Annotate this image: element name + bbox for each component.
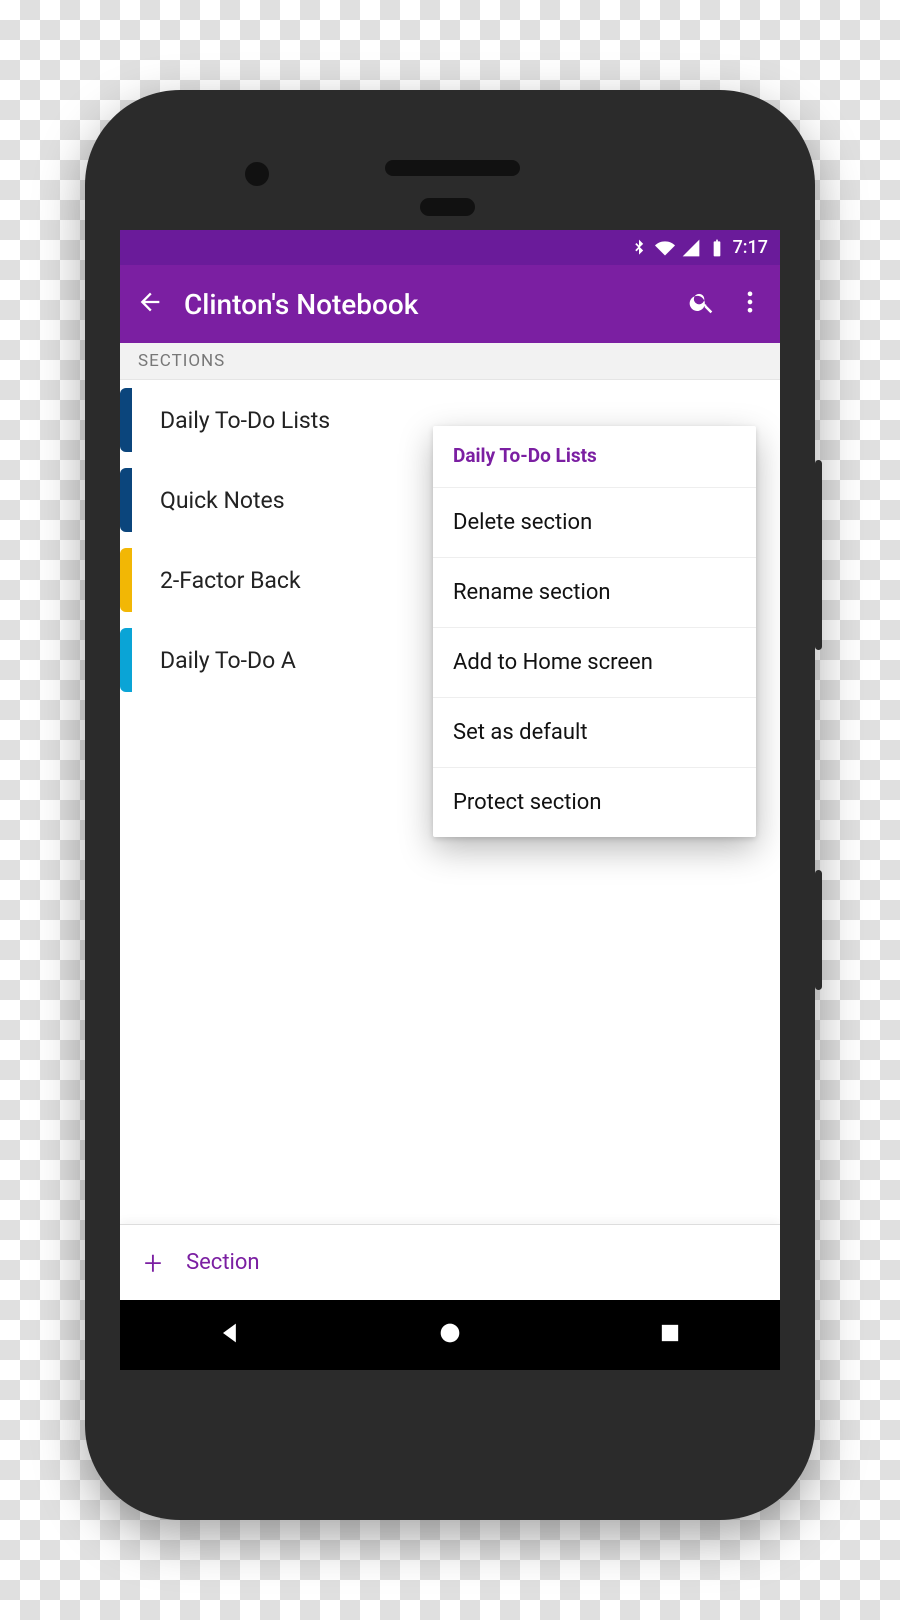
context-menu: Daily To-Do Lists Delete section Rename …: [433, 426, 756, 837]
speaker-slot: [385, 160, 520, 176]
signal-icon: [681, 238, 701, 258]
nav-back-button[interactable]: [216, 1319, 244, 1351]
wifi-icon: [655, 238, 675, 258]
menu-item-rename[interactable]: Rename section: [433, 557, 756, 627]
menu-item-protect[interactable]: Protect section: [433, 767, 756, 837]
menu-item-delete[interactable]: Delete section: [433, 487, 756, 557]
camera-dot: [245, 162, 269, 186]
status-time: 7:17: [733, 237, 768, 258]
add-section-label: Section: [186, 1250, 260, 1275]
circle-home-icon: [436, 1319, 464, 1347]
bluetooth-icon: [629, 238, 649, 258]
section-label: Quick Notes: [160, 487, 285, 514]
phone-frame: 7:17 Clinton's Notebook SECTIONS Daily T…: [85, 90, 815, 1520]
add-section-bar[interactable]: + Section: [120, 1224, 780, 1300]
sensor-slot: [420, 198, 475, 216]
android-nav-bar: [120, 1300, 780, 1370]
menu-item-add-home[interactable]: Add to Home screen: [433, 627, 756, 697]
more-button[interactable]: [736, 288, 764, 320]
search-icon: [688, 288, 716, 316]
side-button-power: [815, 870, 822, 990]
battery-icon: [707, 238, 727, 258]
back-button[interactable]: [136, 288, 164, 320]
nav-recent-button[interactable]: [656, 1319, 684, 1351]
section-color-tab: [120, 628, 132, 692]
section-color-tab: [120, 388, 132, 452]
status-bar: 7:17: [120, 230, 780, 265]
menu-item-set-default[interactable]: Set as default: [433, 697, 756, 767]
context-menu-title: Daily To-Do Lists: [433, 426, 756, 487]
square-recent-icon: [656, 1319, 684, 1347]
section-color-tab: [120, 548, 132, 612]
screen: 7:17 Clinton's Notebook SECTIONS Daily T…: [120, 230, 780, 1370]
plus-icon: +: [144, 1244, 162, 1282]
search-button[interactable]: [688, 288, 716, 320]
arrow-back-icon: [136, 288, 164, 316]
appbar-title: Clinton's Notebook: [184, 288, 668, 321]
section-label: Daily To-Do A: [160, 647, 296, 674]
more-vert-icon: [736, 288, 764, 316]
sections-header: SECTIONS: [120, 343, 780, 380]
app-bar: Clinton's Notebook: [120, 265, 780, 343]
side-button-volume: [815, 460, 822, 650]
section-color-tab: [120, 468, 132, 532]
section-label: 2-Factor Back: [160, 567, 301, 594]
triangle-back-icon: [216, 1319, 244, 1347]
section-label: Daily To-Do Lists: [160, 407, 330, 434]
nav-home-button[interactable]: [436, 1319, 464, 1351]
